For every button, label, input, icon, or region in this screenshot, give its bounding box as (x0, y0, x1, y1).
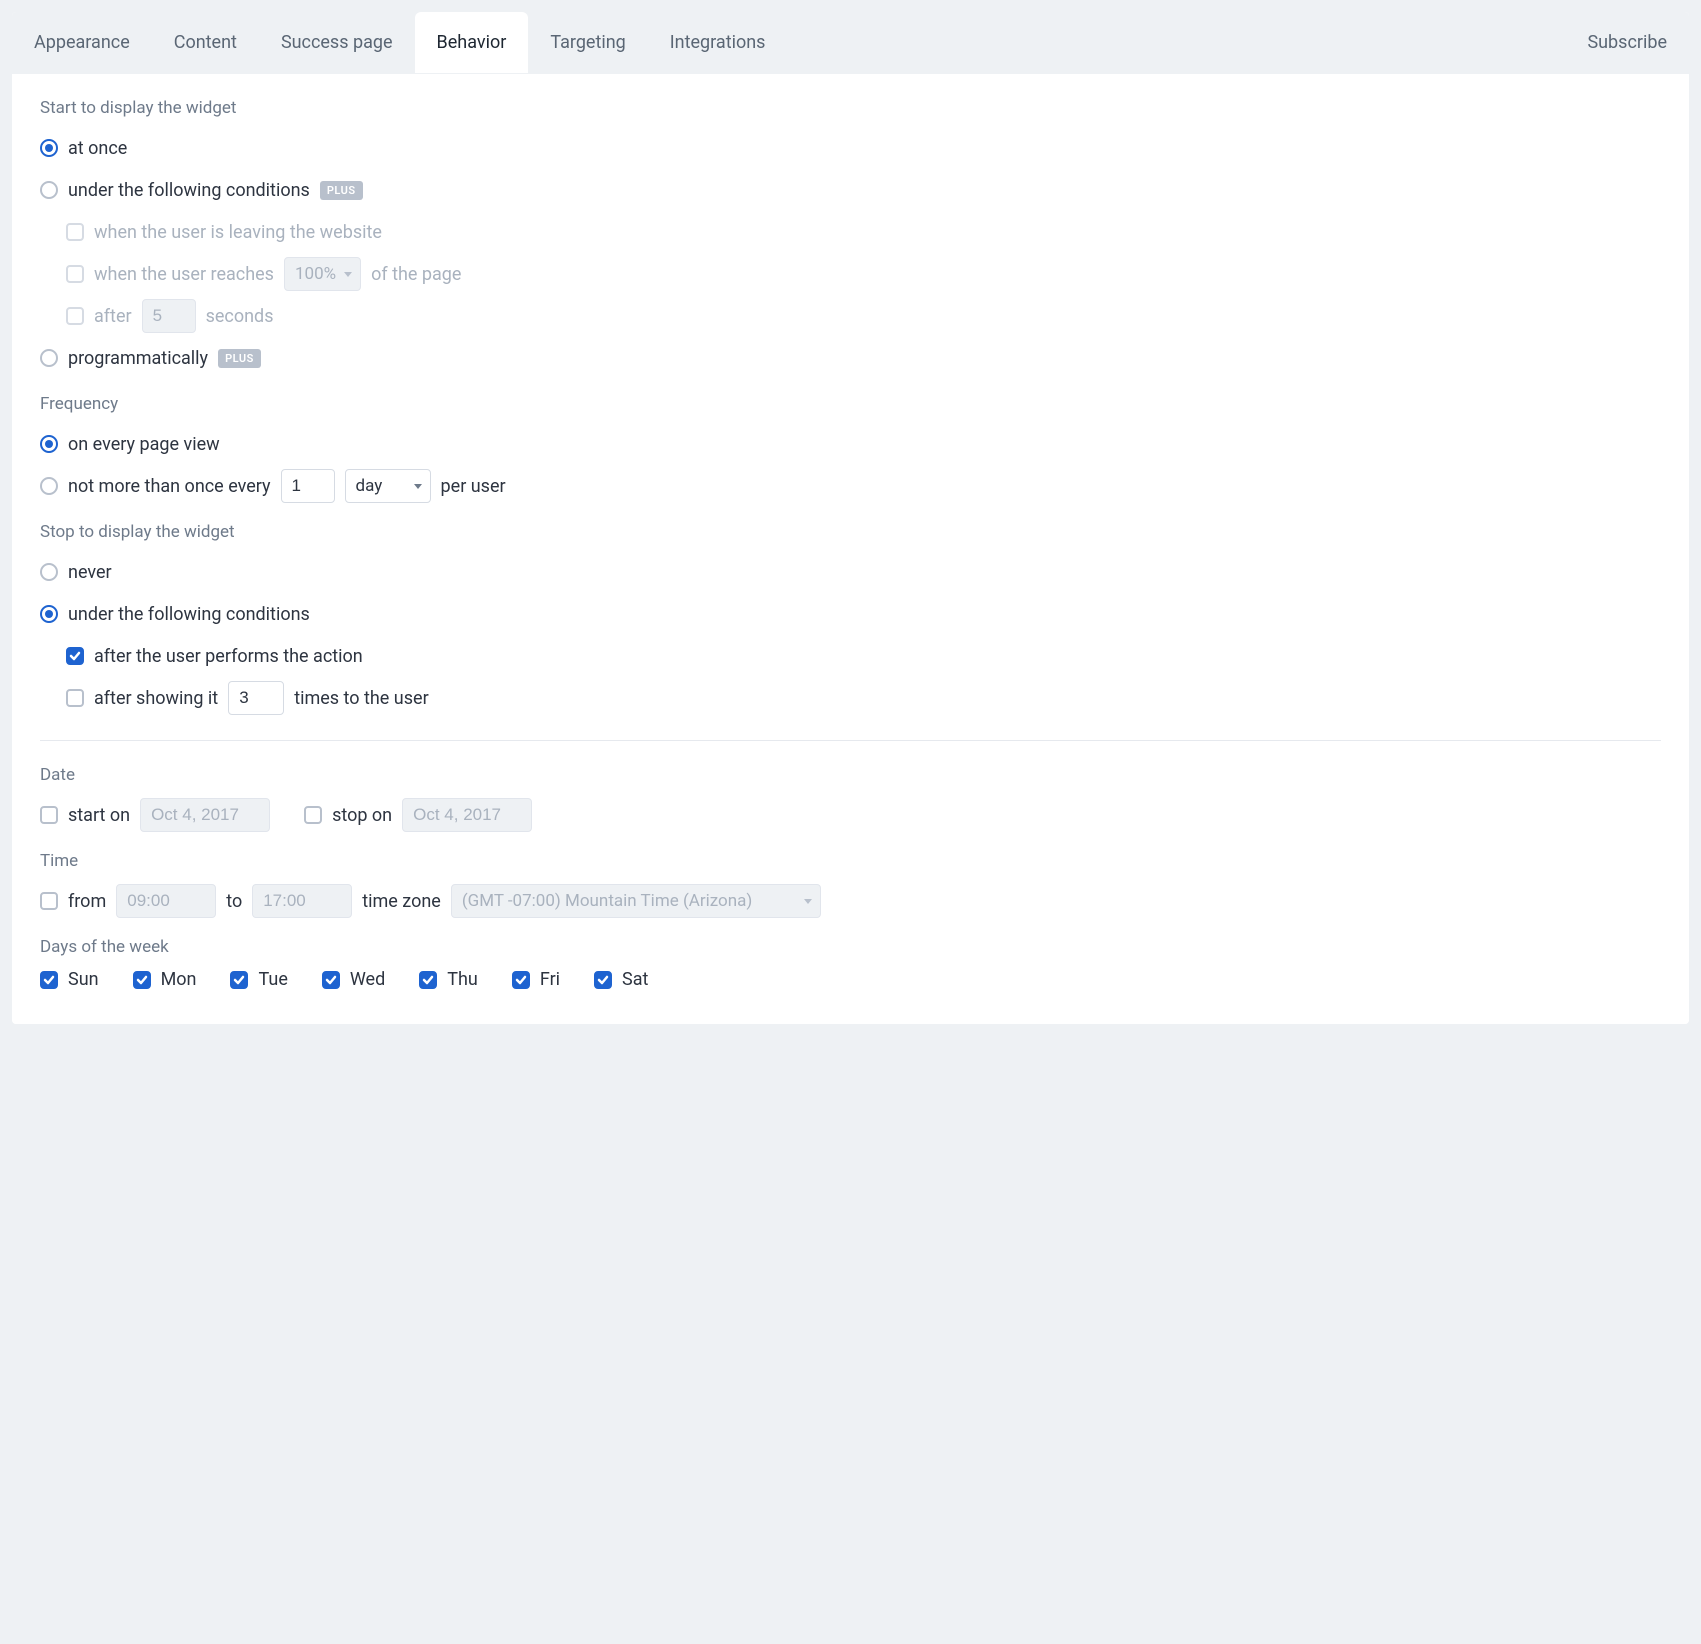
tab-integrations[interactable]: Integrations (648, 12, 788, 73)
input-frequency-count[interactable] (281, 469, 335, 503)
tab-appearance[interactable]: Appearance (12, 12, 152, 73)
label-day-mon: Mon (161, 969, 197, 990)
tab-targeting[interactable]: Targeting (528, 12, 647, 73)
tab-content[interactable]: Content (152, 12, 259, 73)
tab-behavior[interactable]: Behavior (415, 12, 529, 73)
label-day-wed: Wed (350, 969, 385, 990)
checkbox-after-showing[interactable] (66, 689, 84, 707)
checkbox-day-sat[interactable] (594, 971, 612, 989)
input-time-from[interactable] (116, 884, 216, 918)
label-day-tue: Tue (258, 969, 287, 990)
chevron-down-icon (344, 272, 352, 277)
input-time-to[interactable] (252, 884, 352, 918)
start-section-title: Start to display the widget (40, 98, 1661, 118)
label-not-more-pre: not more than once every (68, 476, 271, 497)
select-frequency-unit-value: day (356, 476, 406, 496)
checkbox-reaches[interactable] (66, 265, 84, 283)
label-stop-on: stop on (332, 805, 392, 826)
checkbox-after-seconds[interactable] (66, 307, 84, 325)
tab-subscribe[interactable]: Subscribe (1565, 12, 1689, 73)
plus-badge-2: PLUS (218, 349, 261, 368)
date-section-title: Date (40, 765, 1661, 785)
label-under-conditions: under the following conditions (68, 180, 310, 201)
radio-at-once[interactable] (40, 139, 58, 157)
select-timezone[interactable]: (GMT -07:00) Mountain Time (Arizona) (451, 884, 821, 918)
checkbox-day-thu[interactable] (419, 971, 437, 989)
select-reaches-value: 100% (295, 264, 336, 284)
behavior-settings-panel: Appearance Content Success page Behavior… (12, 12, 1689, 1024)
label-timezone: time zone (362, 891, 441, 912)
checkbox-stop-on[interactable] (304, 806, 322, 824)
label-day-sun: Sun (68, 969, 99, 990)
label-after-action: after the user performs the action (94, 646, 363, 667)
chevron-down-icon (414, 484, 422, 489)
select-timezone-value: (GMT -07:00) Mountain Time (Arizona) (462, 891, 796, 911)
divider (40, 740, 1661, 741)
checkbox-start-on[interactable] (40, 806, 58, 824)
radio-not-more[interactable] (40, 477, 58, 495)
checkbox-day-wed[interactable] (322, 971, 340, 989)
checkbox-day-tue[interactable] (230, 971, 248, 989)
label-stop-conditions: under the following conditions (68, 604, 310, 625)
input-start-date[interactable] (140, 798, 270, 832)
label-at-once: at once (68, 138, 127, 159)
label-start-on: start on (68, 805, 130, 826)
label-time-to: to (226, 891, 242, 912)
label-time-from: from (68, 891, 106, 912)
checkbox-day-mon[interactable] (133, 971, 151, 989)
radio-never[interactable] (40, 563, 58, 581)
label-reaches-post: of the page (371, 264, 461, 285)
label-day-fri: Fri (540, 969, 560, 990)
days-row: Sun Mon Tue Wed Thu Fri (40, 969, 1661, 990)
checkbox-day-sun[interactable] (40, 971, 58, 989)
label-never: never (68, 562, 112, 583)
label-after-showing-post: times to the user (294, 688, 428, 709)
tabs-bar: Appearance Content Success page Behavior… (12, 12, 1689, 74)
plus-badge: PLUS (320, 181, 363, 200)
stop-section-title: Stop to display the widget (40, 522, 1661, 542)
label-leaving: when the user is leaving the website (94, 222, 382, 243)
checkbox-after-action[interactable] (66, 647, 84, 665)
frequency-section-title: Frequency (40, 394, 1661, 414)
label-after-showing-pre: after showing it (94, 688, 218, 709)
radio-programmatically[interactable] (40, 349, 58, 367)
input-stop-date[interactable] (402, 798, 532, 832)
select-reaches-pct[interactable]: 100% (284, 257, 361, 291)
settings-content: Start to display the widget at once unde… (12, 74, 1689, 1024)
label-every-page: on every page view (68, 434, 220, 455)
input-after-showing-count[interactable] (228, 681, 284, 715)
radio-stop-conditions[interactable] (40, 605, 58, 623)
label-day-thu: Thu (447, 969, 478, 990)
select-frequency-unit[interactable]: day (345, 469, 431, 503)
label-after-post: seconds (206, 306, 274, 327)
label-after-pre: after (94, 306, 132, 327)
radio-every-page[interactable] (40, 435, 58, 453)
label-day-sat: Sat (622, 969, 648, 990)
days-section-title: Days of the week (40, 937, 1661, 957)
radio-under-conditions[interactable] (40, 181, 58, 199)
label-not-more-post: per user (441, 476, 506, 497)
checkbox-time-from[interactable] (40, 892, 58, 910)
input-after-seconds[interactable] (142, 299, 196, 333)
checkbox-day-fri[interactable] (512, 971, 530, 989)
label-reaches-pre: when the user reaches (94, 264, 274, 285)
checkbox-leaving[interactable] (66, 223, 84, 241)
label-programmatically: programmatically (68, 348, 208, 369)
chevron-down-icon (804, 899, 812, 904)
time-section-title: Time (40, 851, 1661, 871)
tab-success-page[interactable]: Success page (259, 12, 415, 73)
